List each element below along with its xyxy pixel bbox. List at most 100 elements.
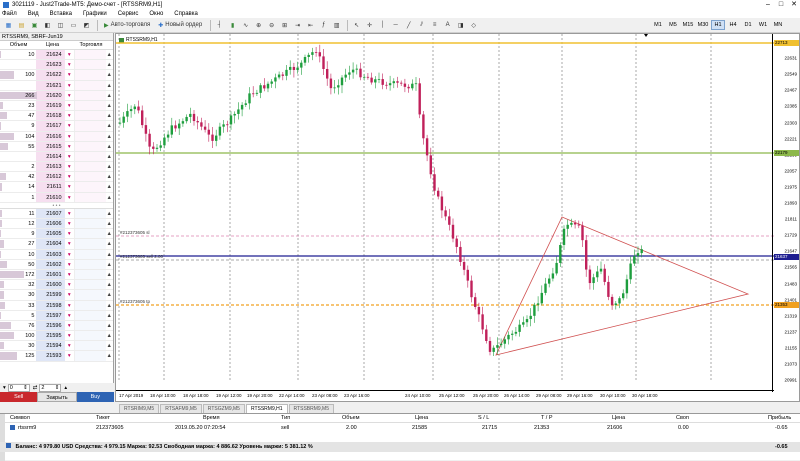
dom-arrow-icon[interactable]: ▾ bbox=[65, 341, 74, 350]
dom-order-icon[interactable]: ▲ bbox=[106, 239, 113, 248]
dom-trade-cell[interactable] bbox=[73, 90, 106, 100]
dom-order-icon[interactable]: ▲ bbox=[106, 50, 113, 59]
tf-mn[interactable]: MN bbox=[771, 20, 785, 30]
autoscroll-icon[interactable]: ⇥ bbox=[292, 20, 303, 31]
dom-row-ask[interactable]: 21621 ▾ ▲ bbox=[0, 80, 113, 91]
dom-order-icon[interactable]: ▲ bbox=[106, 132, 113, 141]
tab-rtssrm9-h1[interactable]: RTSSRM9,H1 bbox=[245, 404, 288, 413]
dom-order-icon[interactable]: ▲ bbox=[106, 182, 113, 191]
dom-arrow-icon[interactable]: ▾ bbox=[65, 311, 74, 320]
dom-row-bid[interactable]: 10 21603 ▾ ▲ bbox=[0, 249, 113, 260]
dom-arrow-icon[interactable]: ▾ bbox=[65, 101, 74, 110]
templates-icon[interactable]: ▥ bbox=[331, 20, 342, 31]
dom-row-ask[interactable]: 10 21624 ▾ ▲ bbox=[0, 50, 113, 61]
dom-arrow-icon[interactable]: ▾ bbox=[65, 60, 74, 69]
col-ticket[interactable]: Тикет bbox=[96, 414, 110, 423]
dom-trade-cell[interactable] bbox=[73, 151, 106, 162]
dom-arrow-icon[interactable]: ▾ bbox=[65, 111, 74, 120]
tester-icon[interactable]: ◩ bbox=[81, 20, 92, 31]
close-button[interactable]: ✕ bbox=[788, 0, 800, 9]
dom-order-icon[interactable]: ▲ bbox=[106, 152, 113, 161]
dom-trade-cell[interactable] bbox=[73, 111, 106, 121]
col-volume[interactable]: Объем bbox=[342, 414, 360, 423]
time-axis[interactable]: 17 Apr 2019 18 Apr 10:00 18 Apr 18:00 19 Ap… bbox=[116, 390, 774, 401]
bar-chart-icon[interactable]: ┤ bbox=[214, 20, 225, 31]
buy-button[interactable]: Buy bbox=[76, 392, 114, 402]
tab-rtssbrm9-m5[interactable]: RTSSBRM9,M5 bbox=[288, 404, 335, 413]
cursor-icon[interactable]: ↖ bbox=[351, 20, 362, 31]
dom-trade-cell[interactable] bbox=[73, 162, 106, 172]
dom-arrow-icon[interactable]: ▾ bbox=[65, 182, 74, 191]
dom-row-ask[interactable]: 23 21619 ▾ ▲ bbox=[0, 100, 113, 112]
dom-arrow-icon[interactable]: ▾ bbox=[65, 250, 74, 259]
indicators-icon[interactable]: ƒ bbox=[318, 20, 329, 31]
menu-charts[interactable]: Графики bbox=[83, 11, 107, 17]
dom-arrow-icon[interactable]: ▾ bbox=[65, 209, 74, 218]
dom-row-ask[interactable]: 47 21618 ▾ ▲ bbox=[0, 111, 113, 122]
dom-row-bid[interactable]: 12 21606 ▾ ▲ bbox=[0, 219, 113, 230]
col-profit[interactable]: Прибыль bbox=[768, 414, 791, 423]
dom-row-ask[interactable]: 2 21613 ▾ ▲ bbox=[0, 162, 113, 173]
dom-arrow-icon[interactable]: ▾ bbox=[65, 91, 74, 100]
dom-row-ask[interactable]: 104 21616 ▾ ▲ bbox=[0, 131, 113, 142]
menu-insert[interactable]: Вставка bbox=[50, 11, 72, 17]
dom-trade-cell[interactable] bbox=[73, 290, 106, 300]
price-axis[interactable]: 2271322631225492246722385223032222122139… bbox=[772, 34, 799, 392]
dom-trade-cell[interactable] bbox=[73, 239, 106, 249]
dom-order-icon[interactable]: ▲ bbox=[106, 121, 113, 130]
dom-trade-cell[interactable] bbox=[73, 131, 106, 141]
tf-m1[interactable]: M1 bbox=[651, 20, 665, 30]
close-position-button[interactable]: Закрыть bbox=[37, 392, 77, 402]
dom-trade-cell[interactable] bbox=[73, 269, 106, 280]
new-order-button[interactable]: ✚ Новый ордер bbox=[155, 20, 205, 31]
col-tp[interactable]: T / P bbox=[541, 414, 553, 423]
dom-trade-cell[interactable] bbox=[73, 331, 106, 341]
dom-trade-cell[interactable] bbox=[73, 280, 106, 290]
dom-arrow-icon[interactable]: ▾ bbox=[65, 219, 74, 228]
tf-m15[interactable]: M15 bbox=[681, 20, 695, 30]
dom-arrow-icon[interactable]: ▾ bbox=[65, 301, 74, 310]
dom-row-bid[interactable]: 172 21601 ▾ ▲ bbox=[0, 269, 113, 281]
col-symbol[interactable]: Символ bbox=[10, 414, 30, 423]
tab-rtsafm9-m5[interactable]: RTSAFM9,M5 bbox=[160, 404, 202, 413]
dom-row-bid[interactable]: 30 21594 ▾ ▲ bbox=[0, 341, 113, 352]
dom-row-ask[interactable]: 42 21612 ▾ ▲ bbox=[0, 172, 113, 183]
new-chart-icon[interactable]: ▦ bbox=[3, 20, 14, 31]
dom-order-icon[interactable]: ▲ bbox=[106, 219, 113, 228]
dom-arrow-icon[interactable]: ▾ bbox=[65, 132, 74, 141]
minimize-button[interactable]: – bbox=[762, 0, 774, 9]
dom-trade-cell[interactable] bbox=[73, 141, 106, 151]
col-swap[interactable]: Своп bbox=[676, 414, 689, 423]
terminal-icon[interactable]: ▭ bbox=[68, 20, 79, 31]
dom-arrow-icon[interactable]: ▾ bbox=[65, 162, 74, 171]
col-time[interactable]: Время bbox=[203, 414, 220, 423]
chart-shift-icon[interactable]: ⇤ bbox=[305, 20, 316, 31]
dom-row-ask[interactable]: 55 21615 ▾ ▲ bbox=[0, 141, 113, 152]
dom-order-icon[interactable]: ▲ bbox=[106, 331, 113, 340]
dom-order-icon[interactable]: ▲ bbox=[106, 260, 113, 269]
trendline-icon[interactable]: ╱ bbox=[403, 20, 414, 31]
dom-arrow-icon[interactable]: ▾ bbox=[65, 70, 74, 79]
tf-d1[interactable]: D1 bbox=[741, 20, 755, 30]
dom-arrow-icon[interactable]: ▾ bbox=[65, 142, 74, 151]
data-window-icon[interactable]: ◫ bbox=[55, 20, 66, 31]
dom-trade-cell[interactable] bbox=[73, 121, 106, 131]
fibonacci-icon[interactable]: ≡ bbox=[429, 20, 440, 31]
dom-order-icon[interactable]: ▲ bbox=[106, 162, 113, 171]
dom-trade-cell[interactable] bbox=[73, 259, 106, 269]
zoom-out-icon[interactable]: ⊖ bbox=[266, 20, 277, 31]
profiles-icon[interactable]: ▤ bbox=[16, 20, 27, 31]
tf-m5[interactable]: M5 bbox=[666, 20, 680, 30]
dom-arrow-icon[interactable]: ▾ bbox=[65, 351, 74, 360]
dom-trade-cell[interactable] bbox=[73, 70, 106, 80]
menu-view[interactable]: Вид bbox=[28, 11, 39, 17]
dom-trade-cell[interactable] bbox=[73, 50, 106, 60]
dom-arrow-icon[interactable]: ▾ bbox=[65, 239, 74, 248]
dom-order-icon[interactable]: ▲ bbox=[106, 81, 113, 90]
channel-icon[interactable]: ⫽ bbox=[416, 20, 427, 31]
qty-stepper-2[interactable]: 2 ⇕ bbox=[39, 383, 62, 392]
navigator-icon[interactable]: ◧ bbox=[42, 20, 53, 31]
dom-order-icon[interactable]: ▲ bbox=[106, 270, 113, 279]
col-price[interactable]: Цена bbox=[415, 414, 428, 423]
dom-arrow-icon[interactable]: ▾ bbox=[65, 50, 74, 59]
